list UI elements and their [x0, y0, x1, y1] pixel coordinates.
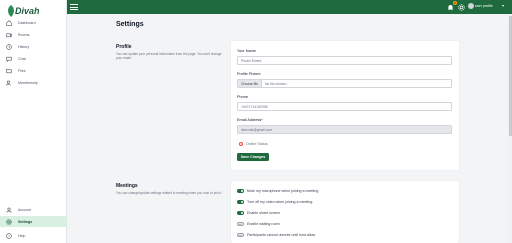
profile-card: Your Name Prudin Divent Profile Picture …: [231, 41, 459, 170]
share-screen-label: Enable share screen: [247, 211, 280, 215]
chevron-down-icon[interactable]: [502, 5, 504, 7]
sidebar-item-help[interactable]: ? Help: [0, 230, 67, 241]
picture-label: Profile Picture: [237, 72, 261, 76]
meetings-section-description: You can change/update settings related t…: [116, 191, 223, 195]
sidebar-item-account[interactable]: Account: [0, 204, 67, 215]
participants-unmute-label: Participants cannot unmute until host al…: [247, 233, 316, 237]
sidebar-item-dashboard[interactable]: Dashboard: [0, 17, 67, 28]
name-label: Your Name: [237, 49, 256, 53]
sidebar-item-history[interactable]: History: [0, 41, 67, 52]
help-icon: ?: [4, 231, 14, 241]
sidebar-item-files[interactable]: Files: [0, 65, 67, 76]
sidebar-item-label: Help: [18, 233, 26, 238]
sidebar-item-settings[interactable]: Settings: [0, 216, 67, 227]
file-status: No file chosen: [264, 81, 287, 86]
folder-icon: [4, 66, 14, 76]
choose-file-button[interactable]: Choose file: [238, 80, 262, 87]
video-icon: [4, 30, 14, 40]
svg-text:?: ?: [8, 234, 10, 238]
online-status-radio[interactable]: [239, 142, 243, 146]
video-off-label: Turn off my video when joining a meeting: [247, 200, 313, 204]
sidebar-item-label: Rooms: [18, 32, 30, 37]
profile-picture-input[interactable]: Choose file No file chosen: [237, 79, 452, 88]
waiting-room-label: Enable waiting room: [247, 222, 280, 226]
meetings-card: Mute my microphone when joining a meetin…: [231, 181, 459, 243]
meetings-section-title: Meetings: [116, 183, 138, 189]
users-icon: [4, 78, 14, 88]
gear-icon: [4, 217, 14, 227]
name-field[interactable]: Prudin Divent: [237, 56, 452, 65]
sidebar-item-label: Dashboard: [18, 20, 36, 25]
email-field: divnvolk@gmail.com: [237, 125, 452, 134]
email-label: Email Address*: [237, 118, 263, 122]
chat-icon: [4, 54, 14, 64]
sidebar-item-chat[interactable]: Chat: [0, 53, 67, 64]
save-changes-button[interactable]: Save Changes: [237, 153, 269, 161]
menu-icon[interactable]: [70, 3, 78, 11]
sidebar-item-membership[interactable]: Membership: [0, 77, 67, 88]
mute-mic-toggle[interactable]: [237, 189, 244, 193]
sidebar-item-label: Account: [18, 207, 31, 212]
brand-name: Divah: [15, 6, 40, 16]
profile-section-description: You can update your personal information…: [116, 52, 222, 61]
sidebar-item-label: Settings: [18, 219, 33, 224]
settings-gear-icon[interactable]: [456, 2, 466, 12]
home-icon: [4, 18, 14, 28]
topbar: 0 user profile: [67, 0, 512, 14]
profile-section-title: Profile: [116, 44, 132, 50]
user-icon: [4, 205, 14, 215]
sidebar-item-label: Membership: [18, 80, 38, 85]
online-status-label: Online Status: [246, 142, 268, 146]
video-off-toggle[interactable]: [237, 200, 244, 204]
sidebar-item-label: Files: [18, 68, 26, 73]
scrollbar-thumb[interactable]: [508, 16, 512, 136]
waiting-room-toggle[interactable]: [237, 222, 244, 227]
avatar[interactable]: [468, 3, 474, 9]
mute-mic-label: Mute my microphone when joining a meetin…: [247, 189, 319, 193]
user-profile-menu[interactable]: user profile: [475, 4, 493, 8]
share-screen-toggle[interactable]: [237, 211, 244, 215]
sidebar-item-label: History: [18, 44, 30, 49]
sidebar: Divah Dashboard Rooms History Chat Files: [0, 0, 67, 243]
sidebar-item-label: Chat: [18, 56, 26, 61]
participants-unmute-toggle[interactable]: [237, 233, 244, 238]
sidebar-item-rooms[interactable]: Rooms: [0, 29, 67, 40]
clock-icon: [4, 42, 14, 52]
phone-label: Phone: [237, 95, 248, 99]
phone-field[interactable]: +6471714152098: [237, 102, 452, 111]
page-title: Settings: [116, 21, 144, 28]
